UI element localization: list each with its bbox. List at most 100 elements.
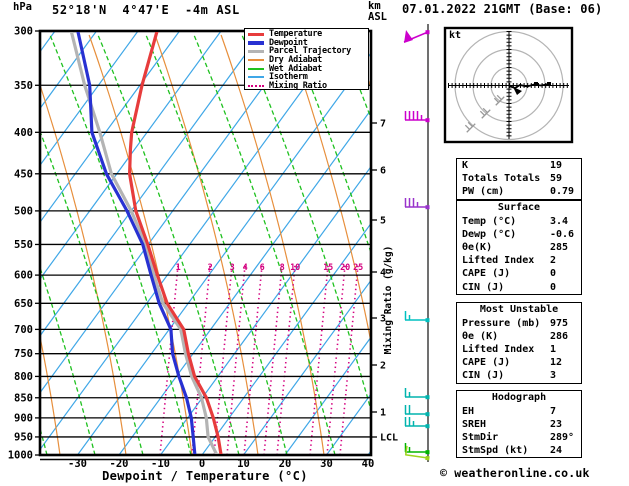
mixing-ratio-value-label: 3: [230, 263, 235, 273]
table-row: Lifted Index1: [457, 343, 581, 356]
indices-table-section: K19Totals Totals 59 PW (cm) 0.79: [456, 158, 582, 200]
mixing-ratio-value-label: 4: [243, 263, 248, 273]
wind-barb: [405, 311, 430, 322]
pressure-tick-label: 350: [14, 80, 33, 92]
table-section-header: Surface: [457, 201, 581, 215]
km-tick-label: 2: [380, 361, 386, 372]
isotherm-line: [0, 31, 221, 455]
table-row-value: 289°: [550, 431, 574, 444]
pressure-tick-label: 600: [14, 270, 33, 282]
table-row-label: StmDir: [462, 431, 498, 444]
table-row: CIN (J)0: [457, 281, 581, 294]
pressure-tick-label: 400: [14, 127, 33, 139]
table-row-label: PW (cm): [462, 185, 504, 198]
isotherm-line: [0, 31, 14, 455]
pressure-tick-label: 550: [14, 239, 33, 251]
indices-table-section: Most UnstablePressure (mb)975θe (K)286Li…: [456, 302, 582, 384]
altitude-unit-label: kmASL: [368, 1, 387, 23]
table-row-label: Lifted Index: [462, 254, 534, 267]
table-row-label: CIN (J): [462, 281, 504, 294]
km-tick-label: 5: [380, 216, 386, 227]
km-tick-label: 6: [380, 166, 386, 177]
legend-swatch-thin: [248, 59, 264, 61]
pressure-tick-label: 450: [14, 168, 33, 180]
hodograph-unit-label: kt: [449, 31, 461, 42]
table-row-label: Totals Totals: [462, 172, 540, 185]
table-row-label: θe (K): [462, 330, 498, 343]
temp-tick-label: -30: [68, 458, 87, 470]
table-row-value: 0: [550, 267, 556, 280]
mixing-ratio-value-label: 20: [340, 263, 350, 273]
table-row: StmDir 289°: [457, 431, 581, 444]
wind-barb-column: [404, 24, 431, 462]
legend: TemperatureDewpointParcel TrajectoryDry …: [244, 28, 369, 90]
hodograph-marker: [534, 82, 538, 86]
indices-table-section: HodographEH7SREH23StmDir289°StmSpd (kt)2…: [456, 390, 582, 458]
table-row-label: StmSpd (kt): [462, 444, 528, 457]
table-row-value: 975: [550, 317, 568, 330]
table-row-value: 7: [550, 405, 556, 418]
wind-barb: [405, 417, 430, 428]
pressure-tick-label: 1000: [8, 450, 33, 462]
mixing-ratio-value-label: 10: [290, 263, 300, 273]
sounding-traces: [71, 31, 221, 455]
km-tick-label: 1: [380, 408, 386, 419]
table-section-header: Most Unstable: [457, 303, 581, 317]
table-row-value: 19: [550, 159, 562, 172]
table-row: θe(K)285: [457, 241, 581, 254]
table-row-value: 2: [550, 254, 556, 267]
table-row-value: 0.79: [550, 185, 574, 198]
table-row: CAPE (J) 12: [457, 356, 581, 369]
wind-barb: [404, 30, 430, 43]
table-row-value: 59: [550, 172, 562, 185]
pressure-tick-label: 700: [14, 324, 33, 336]
table-row-value: 1: [550, 343, 556, 356]
table-row: Pressure (mb) 975: [457, 317, 581, 330]
table-row: CAPE (J)0: [457, 267, 581, 280]
mixing-ratio-line: [310, 263, 328, 455]
mixing-ratio-value-label: 25: [353, 263, 363, 273]
legend-swatch-dotted: [248, 85, 264, 87]
indices-table-section: SurfaceTemp (°C)3.4Dewp (°C)-0.6θe(K)285…: [456, 200, 582, 295]
table-row: StmSpd (kt)24: [457, 444, 581, 457]
table-row: EH 7: [457, 405, 581, 418]
table-row-label: Pressure (mb): [462, 317, 540, 330]
datetime-title: 07.01.2022 21GMT (Base: 06): [402, 3, 602, 16]
legend-swatch-thick: [248, 50, 264, 54]
isotherm-line: [36, 31, 346, 455]
table-row: K19: [457, 159, 581, 172]
temp-tick-label: 40: [362, 458, 375, 470]
table-row-label: θe(K): [462, 241, 492, 254]
table-row-value: 12: [550, 356, 562, 369]
wind-barb: [405, 443, 430, 454]
trace-parcel-trajectory: [71, 31, 217, 455]
pressure-tick-label: 300: [14, 26, 33, 38]
isotherm-line: [78, 31, 388, 455]
legend-swatch-thick: [248, 41, 264, 45]
table-row-label: Temp (°C): [462, 215, 516, 228]
pressure-tick-label: 500: [14, 205, 33, 217]
wind-barb: [405, 388, 430, 399]
mixing-ratio-value-label: 8: [280, 263, 285, 273]
table-row-value: 23: [550, 418, 562, 431]
table-row: Totals Totals 59: [457, 172, 581, 185]
table-row-value: 3.4: [550, 215, 568, 228]
legend-swatch-thin: [248, 76, 264, 78]
pressure-tick-label: 750: [14, 348, 33, 360]
pressure-tick-label: 950: [14, 431, 33, 443]
table-section-header: Hodograph: [457, 391, 581, 405]
hodograph-marker: [547, 82, 551, 86]
x-axis-title: Dewpoint / Temperature (°C): [60, 470, 350, 483]
pressure-tick-label: 900: [14, 412, 33, 424]
table-row: PW (cm) 0.79: [457, 185, 581, 198]
table-row-label: CAPE (J): [462, 356, 510, 369]
mixing-ratio-axis-label: Mixing Ratio (g/kg): [384, 246, 394, 355]
pressure-tick-label: 800: [14, 371, 33, 383]
copyright: © weatheronline.co.uk: [440, 467, 590, 479]
skewt-sounding-screen: 3003504004505005506006507007508008509009…: [0, 0, 629, 486]
temp-tick-label: 30: [320, 458, 333, 470]
legend-item: Mixing Ratio: [245, 82, 368, 91]
wind-barb: [405, 111, 430, 122]
pressure-unit-label: hPa: [13, 2, 32, 13]
table-row-label: EH: [462, 405, 474, 418]
